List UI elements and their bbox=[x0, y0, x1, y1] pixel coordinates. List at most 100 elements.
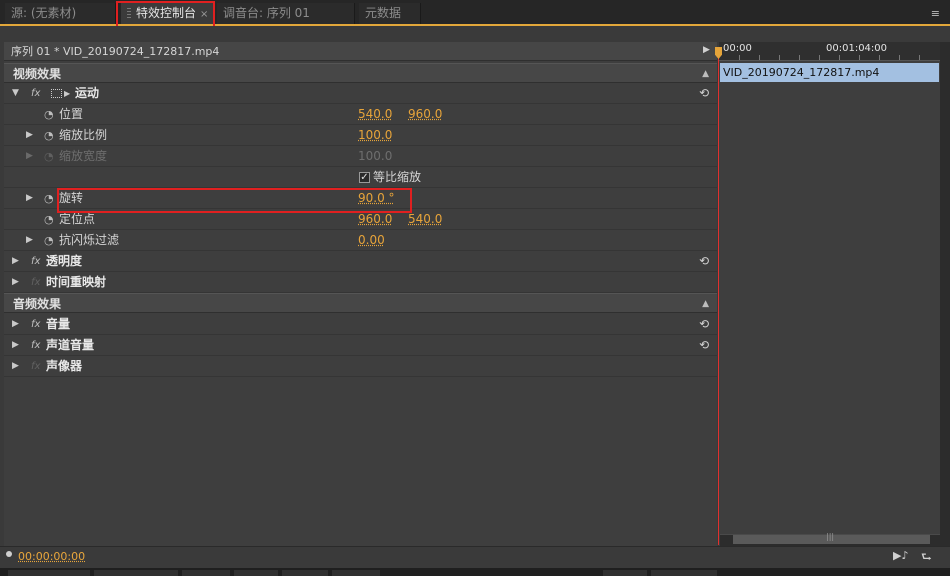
reset-icon[interactable]: ⟲ bbox=[699, 83, 709, 104]
prop-label-scale-width: 缩放宽度 bbox=[59, 149, 108, 163]
prop-label-position: 位置 bbox=[59, 107, 84, 121]
lower-tab[interactable] bbox=[651, 570, 717, 576]
tab-source-label: 源: (无素材) bbox=[11, 6, 77, 20]
motion-transform-icon[interactable] bbox=[51, 89, 62, 98]
panel-tab-bar: 源: (无素材) 特效控制台 × 调音台: 序列 01 元数据 ≡ bbox=[0, 0, 950, 26]
lower-tab[interactable] bbox=[603, 570, 647, 576]
audio-effects-header[interactable]: 音频效果 ▲ bbox=[4, 293, 717, 313]
lower-tab[interactable] bbox=[234, 570, 278, 576]
uniform-scale-label: 等比缩放 bbox=[373, 170, 422, 184]
prop-row-anchor: ◔ 定位点 960.0 540.0 bbox=[4, 209, 717, 230]
expanded-arrow-icon[interactable]: ▼ bbox=[12, 83, 19, 104]
flicker-value[interactable]: 0.00 bbox=[358, 230, 385, 251]
stopwatch-icon[interactable]: ◔ bbox=[44, 104, 54, 125]
expand-arrow-icon[interactable]: ▶ bbox=[26, 230, 33, 251]
anchor-x-value[interactable]: 960.0 bbox=[358, 209, 392, 230]
video-effects-header[interactable]: 视频效果 ▲ bbox=[4, 63, 717, 83]
effect-name-channel-volume: 声道音量 bbox=[46, 338, 95, 352]
collapse-icon[interactable]: ▲ bbox=[702, 64, 709, 84]
tab-source[interactable]: 源: (无素材) bbox=[5, 3, 116, 24]
ruler-tick bbox=[779, 55, 780, 60]
motion-arrow-icon: ▶ bbox=[64, 89, 71, 98]
expand-arrow-icon[interactable]: ▶ bbox=[12, 335, 19, 356]
panel-menu-icon[interactable]: ≡ bbox=[931, 7, 940, 20]
tab-audio-mixer[interactable]: 调音台: 序列 01 bbox=[217, 3, 355, 24]
stopwatch-icon[interactable]: ◔ bbox=[44, 209, 54, 230]
stopwatch-icon[interactable]: ◔ bbox=[44, 230, 54, 251]
prop-row-position: ◔ 位置 540.0 960.0 bbox=[4, 104, 717, 125]
anchor-y-value[interactable]: 540.0 bbox=[408, 209, 442, 230]
stopwatch-icon[interactable]: ◔ bbox=[44, 188, 54, 209]
uniform-scale-checkbox[interactable]: ✓ bbox=[359, 172, 370, 183]
effect-name-time-remap: 时间重映射 bbox=[46, 275, 107, 289]
position-y-value[interactable]: 960.0 bbox=[408, 104, 442, 125]
timeline-clip[interactable]: VID_20190724_172817.mp4 bbox=[720, 63, 939, 82]
expand-arrow-icon[interactable]: ▶ bbox=[12, 314, 19, 335]
close-icon[interactable]: × bbox=[200, 9, 208, 20]
expand-arrow-icon[interactable]: ▶ bbox=[12, 272, 19, 293]
ruler-start-time: 00:00 bbox=[723, 43, 752, 54]
effect-row-panner[interactable]: ▶ fx 声像器 bbox=[4, 356, 717, 377]
expand-arrow-icon[interactable]: ▶ bbox=[12, 251, 19, 272]
current-timecode[interactable]: 00:00:00:00 bbox=[18, 550, 85, 563]
lower-tab[interactable] bbox=[282, 570, 328, 576]
fx-toggle-icon[interactable]: fx bbox=[31, 314, 40, 335]
ruler-tick bbox=[759, 55, 760, 60]
tab-metadata[interactable]: 元数据 bbox=[359, 3, 421, 24]
ruler-tick bbox=[919, 55, 920, 60]
reset-icon[interactable]: ⟲ bbox=[699, 314, 709, 335]
show-timeline-arrow-icon[interactable]: ▶ bbox=[703, 45, 710, 55]
prop-row-rotation: ▶ ◔ 旋转 90.0 ° bbox=[4, 188, 717, 209]
horizontal-scrollbar-thumb[interactable]: ||| bbox=[733, 532, 930, 544]
ruler-tick bbox=[819, 55, 820, 60]
fx-toggle-icon[interactable]: fx bbox=[31, 83, 40, 104]
prop-label-anchor: 定位点 bbox=[59, 212, 96, 226]
tab-effect-controls-label: 特效控制台 bbox=[136, 6, 197, 20]
expand-arrow-icon[interactable]: ▶ bbox=[26, 188, 33, 209]
effect-name-motion: 运动 bbox=[75, 86, 100, 100]
prop-row-scale: ▶ ◔ 缩放比例 100.0 bbox=[4, 125, 717, 146]
reset-icon[interactable]: ⟲ bbox=[699, 251, 709, 272]
effect-row-opacity[interactable]: ▶ fx 透明度 ⟲ bbox=[4, 251, 717, 272]
effect-row-motion[interactable]: ▼ fx ▶ 运动 ⟲ bbox=[4, 83, 717, 104]
vertical-scrollbar[interactable] bbox=[940, 42, 950, 546]
expand-arrow-icon[interactable]: ▶ bbox=[12, 356, 19, 377]
prop-row-scale-width: ▶ ◔ 缩放宽度 100.0 bbox=[4, 146, 717, 167]
prop-label-scale: 缩放比例 bbox=[59, 128, 108, 142]
effect-row-channel-volume[interactable]: ▶ fx 声道音量 ⟲ bbox=[4, 335, 717, 356]
effect-row-volume[interactable]: ▶ fx 音量 ⟲ bbox=[4, 314, 717, 335]
prop-label-rotation: 旋转 bbox=[59, 191, 84, 205]
collapse-icon[interactable]: ▲ bbox=[702, 294, 709, 314]
ruler-tick bbox=[799, 55, 800, 60]
playhead-line[interactable] bbox=[718, 47, 719, 545]
lower-tab[interactable] bbox=[332, 570, 380, 576]
lower-tab[interactable] bbox=[8, 570, 90, 576]
scale-value[interactable]: 100.0 bbox=[358, 125, 392, 146]
tab-grip-icon[interactable] bbox=[127, 8, 131, 19]
export-icon[interactable]: ⮑ bbox=[921, 548, 932, 569]
ruler-tick bbox=[859, 55, 860, 60]
tab-audio-mixer-label: 调音台: 序列 01 bbox=[223, 6, 310, 20]
fx-toggle-icon[interactable]: fx bbox=[31, 335, 40, 356]
stopwatch-icon: ◔ bbox=[44, 150, 54, 163]
lower-tab[interactable] bbox=[182, 570, 230, 576]
rotation-value[interactable]: 90.0 ° bbox=[358, 188, 395, 209]
ruler-end-time: 00:01:04:00 bbox=[826, 43, 888, 54]
effects-list-area: 视频效果 ▲ ▼ fx ▶ 运动 ⟲ ◔ 位置 540.0 960.0 ▶ ◔ 缩… bbox=[4, 42, 717, 546]
effect-name-opacity: 透明度 bbox=[46, 254, 83, 268]
play-audio-button[interactable]: ▶♪ bbox=[893, 549, 908, 562]
effect-row-time-remap[interactable]: ▶ fx 时间重映射 bbox=[4, 272, 717, 293]
position-x-value[interactable]: 540.0 bbox=[358, 104, 392, 125]
stopwatch-icon[interactable]: ◔ bbox=[44, 125, 54, 146]
tab-effect-controls[interactable]: 特效控制台 × bbox=[121, 3, 213, 24]
prop-row-uniform-scale: ✓ 等比缩放 bbox=[4, 167, 717, 188]
time-ruler[interactable]: 00:00 00:01:04:00 bbox=[719, 42, 940, 61]
ruler-tick bbox=[739, 55, 740, 60]
effect-name-volume: 音量 bbox=[46, 317, 71, 331]
expand-arrow-icon[interactable]: ▶ bbox=[26, 125, 33, 146]
reset-icon[interactable]: ⟲ bbox=[699, 335, 709, 356]
lower-tab[interactable] bbox=[94, 570, 178, 576]
fx-toggle-icon[interactable]: fx bbox=[31, 251, 40, 272]
ruler-tick bbox=[879, 55, 880, 60]
prop-label-flicker: 抗闪烁过滤 bbox=[59, 233, 120, 247]
